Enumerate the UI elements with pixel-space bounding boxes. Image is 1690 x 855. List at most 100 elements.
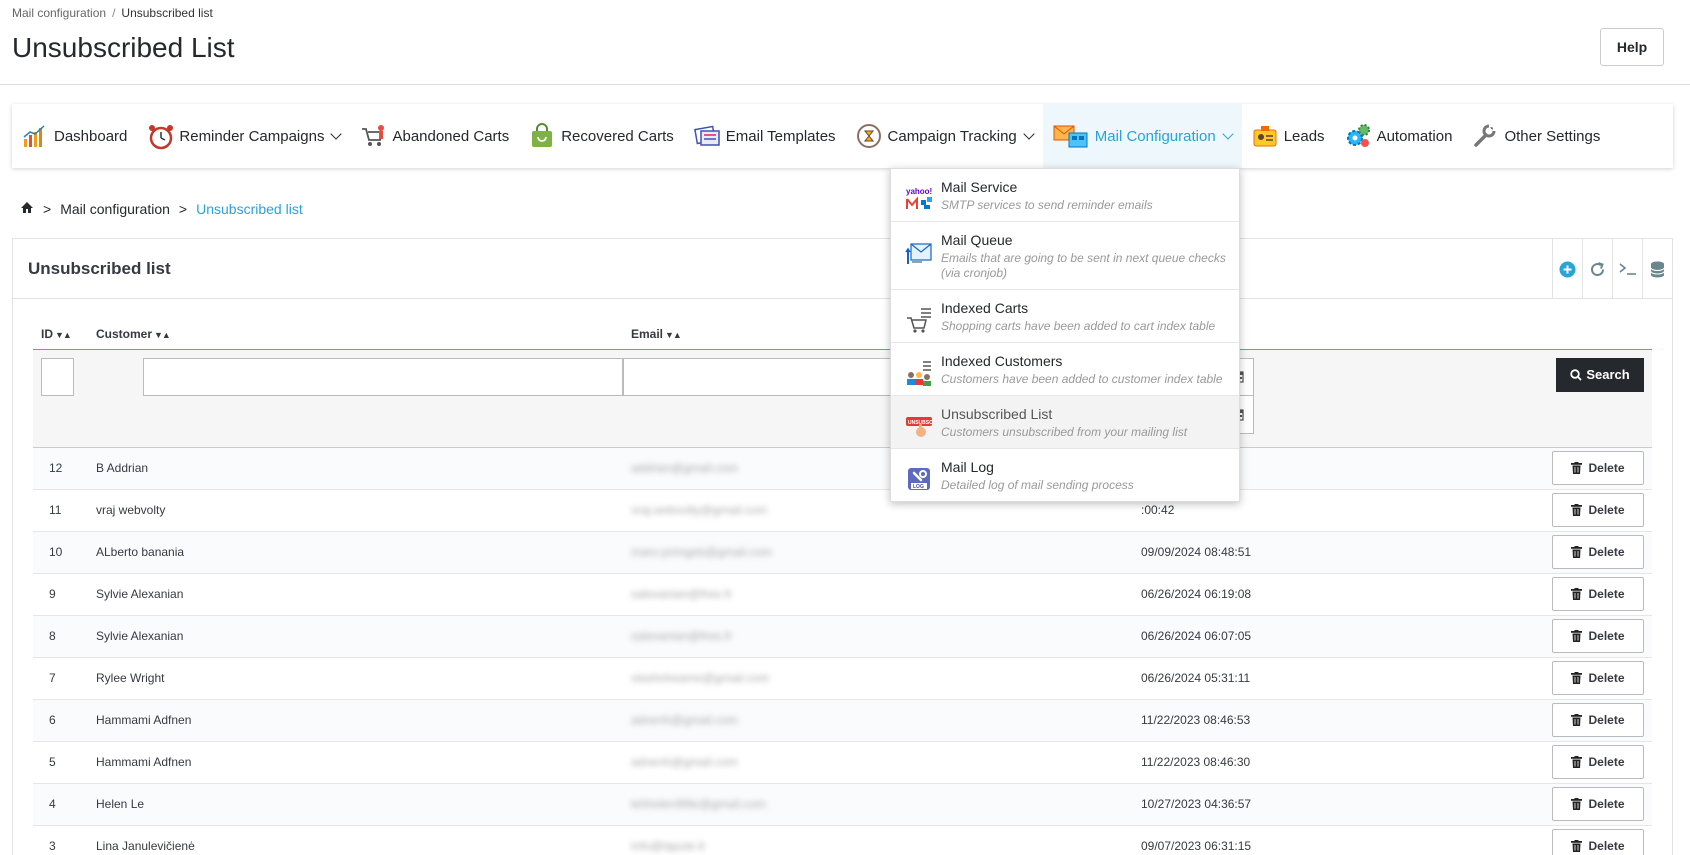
table-row[interactable]: 9 Sylvie Alexanian salexanian@free.fr 06/26… xyxy=(33,573,1652,616)
trash-icon xyxy=(1571,756,1583,768)
tracking-icon xyxy=(856,123,882,149)
dropdown-item-desc: SMTP services to send reminder emails xyxy=(941,198,1153,212)
nav-label: Automation xyxy=(1376,127,1453,145)
nav-other-settings[interactable]: Other Settings xyxy=(1462,104,1610,168)
dropdown-item-desc: Detailed log of mail sending process xyxy=(941,478,1134,492)
table-row[interactable]: 3 Lina Janulevičienė info@lapute.lt 09/07/2… xyxy=(33,825,1652,855)
delete-button[interactable]: Delete xyxy=(1552,619,1644,653)
dropdown-item-desc: Customers have been added to customer in… xyxy=(941,372,1223,386)
cell-id: 10 xyxy=(33,531,88,574)
column-header-customer[interactable]: Customer ▼▲ xyxy=(88,319,623,350)
add-icon[interactable] xyxy=(1552,239,1582,299)
trash-icon xyxy=(1571,714,1583,726)
main-nav: Dashboard Reminder Campaigns Abandoned C… xyxy=(12,104,1673,168)
delete-button[interactable]: Delete xyxy=(1552,703,1644,737)
breadcrumb-link-mail-config[interactable]: Mail configuration xyxy=(12,6,106,20)
dropdown-item-desc: Shopping carts have been added to cart i… xyxy=(941,319,1216,333)
id-filter-input[interactable] xyxy=(41,357,74,396)
dropdown-item-mail-log[interactable]: LOG Mail Log Detailed log of mail sendin… xyxy=(891,449,1239,501)
shopping-cart-icon xyxy=(360,123,386,149)
trash-icon xyxy=(1571,588,1583,600)
sort-arrows-icon[interactable]: ▼▲ xyxy=(55,330,72,340)
delete-label: Delete xyxy=(1588,629,1625,643)
email-value: vlashnheame@gmail.com xyxy=(631,671,770,685)
cell-id: 11 xyxy=(33,489,88,532)
trash-icon xyxy=(1571,798,1583,810)
dropdown-item-mail-queue[interactable]: Mail Queue Emails that are going to be s… xyxy=(891,222,1239,290)
svg-text:LOG: LOG xyxy=(913,484,924,490)
sort-arrows-icon[interactable]: ▼▲ xyxy=(665,330,682,340)
table-row[interactable]: 7 Rylee Wright vlashnheame@gmail.com 06/26/… xyxy=(33,657,1652,700)
home-icon[interactable] xyxy=(20,201,34,217)
delete-button[interactable]: Delete xyxy=(1552,829,1644,855)
delete-label: Delete xyxy=(1588,587,1625,601)
nav-mail-configuration[interactable]: Mail Configuration xyxy=(1042,104,1242,168)
delete-button[interactable]: Delete xyxy=(1552,787,1644,821)
chevron-down-icon xyxy=(1222,128,1234,140)
cell-customer: B Addrian xyxy=(88,447,623,490)
cell-date: 06/26/2024 06:19:08 xyxy=(1133,573,1503,616)
cell-email: salexanian@free.fr xyxy=(623,615,1133,658)
breadcrumb-current: Unsubscribed list xyxy=(121,6,213,20)
delete-button[interactable]: Delete xyxy=(1552,745,1644,779)
table-row[interactable]: 6 Hammami Adfnen adnenh@gmail.com 11/22/202… xyxy=(33,699,1652,742)
panel-toolbar xyxy=(1552,239,1672,299)
mail-service-icon: yahoo! xyxy=(905,185,933,213)
breadcrumb-current[interactable]: Unsubscribed list xyxy=(196,201,303,217)
sort-arrows-icon[interactable]: ▼▲ xyxy=(154,330,171,340)
delete-button[interactable]: Delete xyxy=(1552,493,1644,527)
help-button[interactable]: Help xyxy=(1600,28,1664,66)
customer-filter-input[interactable] xyxy=(143,357,623,396)
cell-actions: Delete xyxy=(1503,699,1652,742)
table-body: 12B Addrianaddrian@gmail.com:49:06Delete… xyxy=(33,447,1652,855)
cell-customer: vraj webvolty xyxy=(88,489,623,532)
dropdown-item-indexed-carts[interactable]: Indexed Carts Shopping carts have been a… xyxy=(891,290,1239,343)
trash-icon xyxy=(1571,546,1583,558)
dropdown-item-mail-service[interactable]: yahoo! Mail Service SMTP services to sen… xyxy=(891,169,1239,222)
refresh-icon[interactable] xyxy=(1582,239,1612,299)
search-button[interactable]: Search xyxy=(1556,357,1644,392)
cell-actions: Delete xyxy=(1503,489,1652,532)
nav-reminder-campaigns[interactable]: Reminder Campaigns xyxy=(137,104,350,168)
dropdown-item-title: Unsubscribed List xyxy=(941,406,1053,422)
column-header-id[interactable]: ID ▼▲ xyxy=(33,319,88,350)
nav-leads[interactable]: Leads xyxy=(1242,104,1335,168)
cell-email: adnenh@gmail.com xyxy=(623,699,1133,742)
cell-date: 09/07/2023 06:31:15 xyxy=(1133,825,1503,855)
cell-email: lehhelen99le@gmail.com xyxy=(623,783,1133,826)
table-row[interactable]: 5 Hammami Adfnen adnenh@gmail.com 11/22/202… xyxy=(33,741,1652,784)
cell-date: 11/22/2023 08:46:30 xyxy=(1133,741,1503,784)
nav-recovered-carts[interactable]: Recovered Carts xyxy=(519,104,684,168)
breadcrumb-link-mail-config[interactable]: Mail configuration xyxy=(60,201,170,217)
delete-button[interactable]: Delete xyxy=(1552,535,1644,569)
nav-email-templates[interactable]: Email Templates xyxy=(684,104,846,168)
chevron-down-icon xyxy=(1023,128,1035,140)
delete-button[interactable]: Delete xyxy=(1552,451,1644,485)
cell-id: 8 xyxy=(33,615,88,658)
cell-id: 3 xyxy=(33,825,88,855)
cell-customer: Hammami Adfnen xyxy=(88,741,623,784)
cell-actions: Delete xyxy=(1503,783,1652,826)
table-row[interactable]: 10 ALberto banania mare.primgeb@gmail.com 0… xyxy=(33,531,1652,574)
nav-abandoned-carts[interactable]: Abandoned Carts xyxy=(350,104,519,168)
nav-dashboard[interactable]: Dashboard xyxy=(12,104,137,168)
dropdown-item-indexed-customers[interactable]: Indexed Customers Customers have been ad… xyxy=(891,343,1239,396)
nav-automation[interactable]: Automation xyxy=(1335,104,1463,168)
trash-icon xyxy=(1571,630,1583,642)
cell-customer: Sylvie Alexanian xyxy=(88,573,623,616)
cell-id: 7 xyxy=(33,657,88,700)
panel-title: Unsubscribed list xyxy=(28,258,171,278)
dropdown-item-unsubscribed-list[interactable]: UNSUBSCRIBE Unsubscribed List Customers … xyxy=(891,396,1239,449)
email-templates-icon xyxy=(693,123,720,149)
table-row[interactable]: 4 Helen Le lehhelen99le@gmail.com 10/27/202… xyxy=(33,783,1652,826)
table-row[interactable]: 11 vraj webvolty vraj.webvolty@gmail.com:0… xyxy=(33,489,1652,532)
delete-button[interactable]: Delete xyxy=(1552,661,1644,695)
delete-button[interactable]: Delete xyxy=(1552,577,1644,611)
database-icon[interactable] xyxy=(1642,239,1672,299)
table-row[interactable]: 12B Addrianaddrian@gmail.com:49:06Delete xyxy=(33,447,1652,490)
cell-date: 06/26/2024 05:31:11 xyxy=(1133,657,1503,700)
nav-label: Leads xyxy=(1283,127,1325,145)
table-row[interactable]: 8 Sylvie Alexanian salexanian@free.fr 06/26… xyxy=(33,615,1652,658)
nav-campaign-tracking[interactable]: Campaign Tracking xyxy=(846,104,1043,168)
sql-query-icon[interactable] xyxy=(1612,239,1642,299)
